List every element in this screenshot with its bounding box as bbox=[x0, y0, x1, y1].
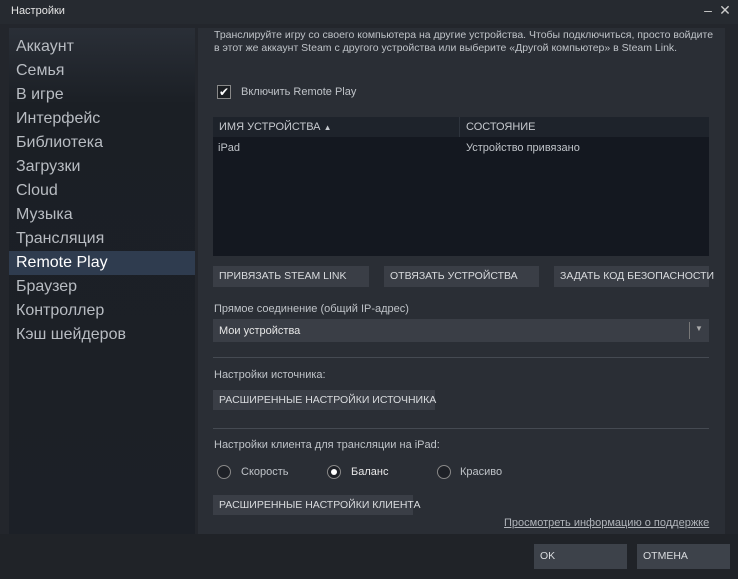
sidebar-item-broadcast[interactable]: Трансляция bbox=[9, 227, 195, 251]
unpair-devices-button[interactable]: ОТВЯЗАТЬ УСТРОЙСТВА bbox=[384, 266, 539, 287]
divider bbox=[213, 357, 709, 358]
sidebar-item-remote-play[interactable]: Remote Play bbox=[9, 251, 195, 275]
checkmark-icon: ✔ bbox=[218, 85, 230, 99]
advanced-client-settings-button[interactable]: РАСШИРЕННЫЕ НАСТРОЙКИ КЛИЕНТА bbox=[213, 495, 421, 515]
chevron-down-icon: ▼ bbox=[695, 324, 703, 333]
sidebar-item-browser[interactable]: Браузер bbox=[9, 275, 195, 299]
sidebar-item-music[interactable]: Музыка bbox=[9, 203, 195, 227]
advanced-host-settings-button[interactable]: РАСШИРЕННЫЕ НАСТРОЙКИ ИСТОЧНИКА bbox=[213, 390, 436, 410]
sort-up-icon: ▲ bbox=[323, 123, 332, 132]
table-header: ИМЯ УСТРОЙСТВА ▲ СОСТОЯНИЕ bbox=[213, 117, 709, 137]
quality-fast-radio[interactable] bbox=[217, 465, 231, 479]
title-bar bbox=[0, 0, 738, 24]
sidebar-item-interface[interactable]: Интерфейс bbox=[9, 107, 195, 131]
column-divider bbox=[459, 117, 460, 137]
quality-beautiful-label: Красиво bbox=[460, 466, 503, 478]
dropdown-value: Мои устройства bbox=[219, 325, 301, 337]
sidebar-item-controller[interactable]: Контроллер bbox=[9, 299, 195, 323]
cancel-button[interactable]: ОТМЕНА bbox=[637, 544, 730, 569]
close-button[interactable]: ✕ bbox=[717, 2, 733, 19]
column-device-name[interactable]: ИМЯ УСТРОЙСТВА ▲ bbox=[219, 121, 332, 133]
enable-remote-play-label: Включить Remote Play bbox=[241, 86, 357, 98]
quality-fast-label: Скорость bbox=[241, 466, 289, 478]
window-title: Настройки bbox=[11, 5, 65, 17]
sidebar-item-downloads[interactable]: Загрузки bbox=[9, 155, 195, 179]
divider bbox=[213, 428, 709, 429]
device-table: ИМЯ УСТРОЙСТВА ▲ СОСТОЯНИЕ iPad Устройст… bbox=[213, 117, 709, 256]
dropdown-divider bbox=[689, 322, 690, 339]
sidebar-item-library[interactable]: Библиотека bbox=[9, 131, 195, 155]
enable-remote-play-checkbox[interactable]: ✔ bbox=[217, 85, 231, 99]
minimize-button[interactable]: – bbox=[700, 2, 716, 18]
column-status[interactable]: СОСТОЯНИЕ bbox=[466, 121, 536, 133]
ok-button[interactable]: OK bbox=[534, 544, 627, 569]
support-info-link[interactable]: Просмотреть информацию о поддержке bbox=[504, 517, 709, 529]
table-row[interactable]: iPad Устройство привязано bbox=[213, 138, 709, 156]
host-settings-label: Настройки источника: bbox=[214, 369, 326, 381]
device-name: iPad bbox=[218, 142, 241, 154]
quality-beautiful-radio[interactable] bbox=[437, 465, 451, 479]
sidebar-item-family[interactable]: Семья bbox=[9, 59, 195, 83]
description: Транслируйте игру со своего компьютера н… bbox=[214, 29, 714, 54]
device-status: Устройство привязано bbox=[466, 142, 580, 154]
quality-balanced-radio[interactable] bbox=[327, 465, 341, 479]
sidebar-item-in-game[interactable]: В игре bbox=[9, 83, 195, 107]
direct-connection-dropdown[interactable]: Мои устройства ▼ bbox=[213, 319, 709, 342]
direct-connection-label: Прямое соединение (общий IP-адрес) bbox=[214, 303, 409, 315]
sidebar-item-account[interactable]: Аккаунт bbox=[9, 35, 195, 59]
sidebar-item-shader-cache[interactable]: Кэш шейдеров bbox=[9, 323, 195, 347]
pair-steam-link-button[interactable]: ПРИВЯЗАТЬ STEAM LINK bbox=[213, 266, 369, 287]
footer-bar bbox=[0, 534, 738, 579]
set-security-code-button[interactable]: ЗАДАТЬ КОД БЕЗОПАСНОСТИ bbox=[554, 266, 714, 287]
sidebar-item-cloud[interactable]: Cloud bbox=[9, 179, 195, 203]
client-settings-label: Настройки клиента для трансляции на iPad… bbox=[214, 439, 440, 451]
scrollbar[interactable] bbox=[727, 28, 736, 534]
quality-balanced-label: Баланс bbox=[351, 466, 389, 478]
sidebar: Аккаунт Семья В игре Интерфейс Библиотек… bbox=[9, 28, 195, 534]
